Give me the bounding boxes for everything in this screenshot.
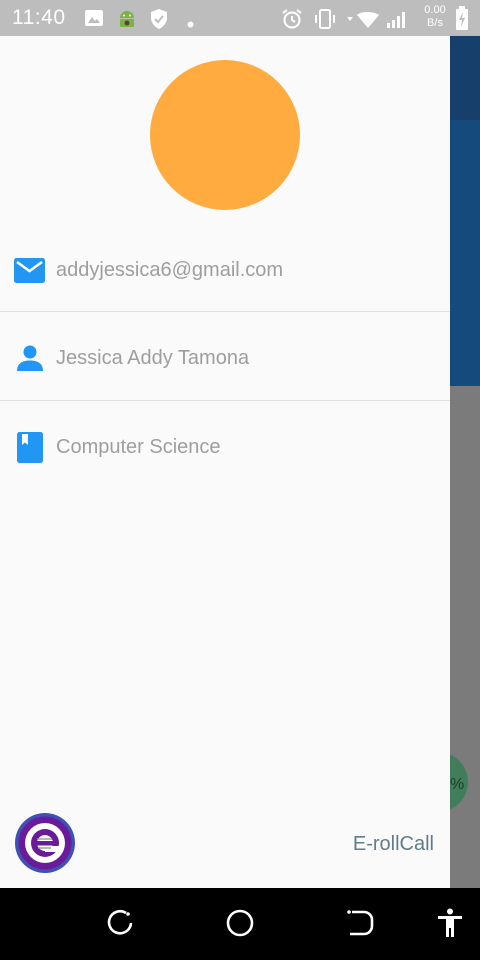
name-text: Jessica Addy Tamona [56, 347, 250, 369]
name-row: Jessica Addy Tamona [0, 314, 450, 402]
email-text: addyjessica6@gmail.com [56, 259, 284, 281]
department-row: Computer Science [0, 403, 450, 491]
back-icon[interactable] [345, 908, 375, 943]
net-speed-unit: B/s [427, 17, 443, 29]
net-speed-value: 0.00 [424, 4, 446, 16]
status-bar: 11:40 0.00 B/s [0, 0, 480, 36]
android-icon [116, 8, 138, 35]
email-row: addyjessica6@gmail.com [0, 226, 450, 314]
department-text: Computer Science [56, 436, 221, 458]
background-header [450, 120, 480, 386]
background-body [450, 386, 480, 888]
navigation-drawer: addyjessica6@gmail.com Jessica Addy Tamo… [0, 36, 450, 888]
net-speed: 0.00 B/s [420, 4, 450, 30]
navigation-bar [0, 888, 480, 960]
shield-icon [149, 8, 169, 35]
background-app-bar [450, 36, 480, 120]
battery-charging-icon [455, 6, 469, 35]
avatar[interactable] [150, 60, 300, 210]
status-time: 11:40 [12, 6, 66, 29]
background-fab-text: % [450, 776, 465, 793]
vibrate-icon [313, 8, 337, 35]
image-icon [84, 8, 104, 33]
person-icon [17, 345, 43, 376]
app-logo [14, 812, 76, 874]
signal-icon [386, 10, 408, 33]
alarm-icon [281, 8, 303, 35]
email-icon [14, 258, 45, 288]
book-icon [17, 432, 43, 468]
home-icon[interactable] [225, 908, 255, 943]
divider [0, 311, 450, 312]
wifi-icon [343, 11, 383, 34]
accessibility-icon[interactable] [436, 908, 464, 943]
recents-icon[interactable] [105, 908, 135, 943]
app-name: E-rollCall [352, 833, 434, 855]
dot-icon [187, 15, 194, 33]
divider [0, 400, 450, 401]
